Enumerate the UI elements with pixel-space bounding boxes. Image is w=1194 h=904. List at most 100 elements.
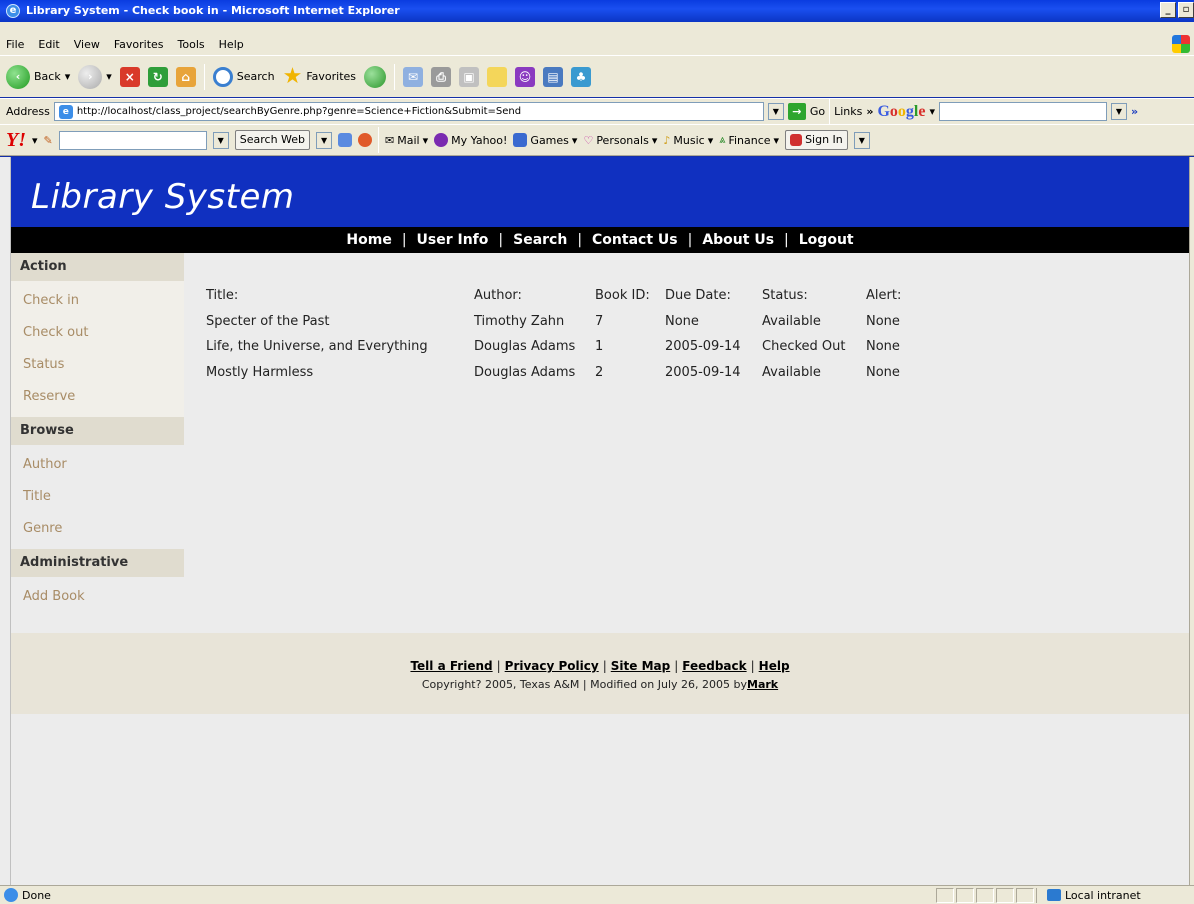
security-zone[interactable]: Local intranet: [1036, 887, 1194, 903]
footer-link-feedback[interactable]: Feedback: [682, 659, 746, 673]
menu-view[interactable]: View: [74, 38, 100, 51]
sidebar-item-title[interactable]: Title: [11, 481, 184, 513]
site-nav: Home | User Info | Search | Contact Us | About U…: [11, 227, 1189, 253]
sidebar-item-status[interactable]: Status: [11, 349, 184, 381]
envelope-icon: ✉: [385, 133, 395, 147]
nav-logout[interactable]: Logout: [799, 232, 854, 248]
chevron-down-icon[interactable]: ▾: [32, 134, 38, 147]
music-icon: ♪: [663, 133, 671, 147]
search-button[interactable]: Search: [212, 66, 275, 87]
yahoo-logo[interactable]: Y!: [6, 129, 26, 152]
history-icon[interactable]: [364, 65, 387, 88]
favorites-button[interactable]: ★ Favorites: [283, 64, 356, 89]
sidebar-action-list: Check in Check out Status Reserve: [11, 281, 184, 417]
zone-label: Local intranet: [1065, 888, 1141, 902]
footer-link-site-map[interactable]: Site Map: [611, 659, 670, 673]
minimize-button[interactable]: _: [1160, 2, 1176, 18]
copyright-text: Copyright? 2005, Texas A&M | Modified on…: [421, 678, 748, 691]
games-icon: [513, 133, 528, 147]
sidebar-heading-administrative: Administrative: [11, 549, 184, 577]
page-viewport: Library System Home | User Info | Search | Con…: [11, 157, 1189, 885]
nav-about-us[interactable]: About Us: [702, 232, 774, 248]
links-label[interactable]: Links: [834, 105, 862, 118]
forward-button[interactable]: › ▾: [78, 64, 112, 89]
google-dropdown-button[interactable]: ▼: [1111, 103, 1127, 120]
personals-icon: ♡: [583, 133, 594, 147]
my-yahoo-icon: [434, 133, 449, 147]
target-icon[interactable]: [358, 133, 373, 147]
standard-toolbar: ‹ Back ▾ › ▾ × ↻ ⌂ Search ★ Favorites ✉ …: [0, 55, 1194, 97]
site-header: Library System: [11, 157, 1189, 227]
chevron-down-icon[interactable]: ▾: [929, 105, 935, 118]
home-icon[interactable]: ⌂: [175, 66, 196, 87]
footer-link-privacy-policy[interactable]: Privacy Policy: [505, 659, 599, 673]
my-yahoo-link[interactable]: My Yahoo!: [434, 133, 507, 147]
cell-author: Douglas Adams: [474, 339, 576, 355]
messenger-icon[interactable]: ☺: [515, 66, 536, 87]
window-left-border: [0, 157, 11, 885]
yahoo-dropdown-button[interactable]: ▼: [212, 131, 229, 149]
search-web-dropdown[interactable]: ▼: [316, 131, 333, 149]
toolbar-separator: [203, 63, 205, 90]
bookmark-icon[interactable]: [338, 133, 353, 147]
vertical-scrollbar[interactable]: [1189, 157, 1194, 885]
address-dropdown-button[interactable]: ▼: [767, 103, 784, 120]
menu-help[interactable]: Help: [219, 38, 244, 51]
nav-search[interactable]: Search: [513, 232, 567, 248]
yahoo-search-input[interactable]: [58, 130, 207, 150]
nav-user-info[interactable]: User Info: [417, 232, 489, 248]
page-icon: [4, 887, 18, 902]
address-input[interactable]: e http://localhost/class_project/searchB…: [53, 102, 764, 121]
maximize-button[interactable]: ▫: [1178, 2, 1194, 18]
sidebar-item-add-book[interactable]: Add Book: [11, 581, 184, 613]
back-arrow-icon: ‹: [6, 64, 30, 89]
google-search-input[interactable]: [939, 102, 1107, 121]
go-arrow-icon[interactable]: →: [787, 103, 806, 120]
sign-in-button[interactable]: Sign In: [785, 130, 848, 150]
google-logo[interactable]: Google: [877, 103, 925, 121]
footer-link-help[interactable]: Help: [759, 659, 790, 673]
personals-label: Personals: [596, 133, 649, 147]
music-link[interactable]: ♪ Music ▾: [663, 134, 713, 147]
nav-contact-us[interactable]: Contact Us: [592, 232, 678, 248]
chevron-down-icon: ▾: [106, 70, 112, 83]
edit-icon[interactable]: ▣: [459, 66, 480, 87]
finance-link[interactable]: ⩓ Finance ▾: [719, 133, 779, 147]
pencil-icon[interactable]: ✎: [44, 134, 53, 147]
cell-title: Mostly Harmless: [206, 364, 314, 380]
author-link[interactable]: Mark: [747, 678, 778, 691]
stop-icon[interactable]: ×: [119, 66, 140, 87]
chevron-right-icon[interactable]: »: [1131, 105, 1138, 118]
research-icon[interactable]: ▤: [543, 66, 564, 87]
users-icon[interactable]: ♣: [571, 66, 592, 87]
cell-title: Life, the Universe, and Everything: [206, 339, 428, 355]
sidebar-item-genre[interactable]: Genre: [11, 513, 184, 545]
chevron-right-icon[interactable]: »: [866, 105, 873, 118]
print-icon[interactable]: ⎙: [431, 66, 452, 87]
menu-tools[interactable]: Tools: [178, 38, 205, 51]
search-web-button[interactable]: Search Web: [234, 130, 311, 150]
notes-icon[interactable]: [487, 66, 508, 87]
menu-favorites[interactable]: Favorites: [114, 38, 164, 51]
sign-in-dropdown[interactable]: ▼: [853, 131, 870, 149]
footer-link-tell-a-friend[interactable]: Tell a Friend: [410, 659, 492, 673]
sidebar-item-author[interactable]: Author: [11, 449, 184, 481]
window-titlebar: e Library System - Check book in - Micro…: [0, 0, 1194, 22]
back-button[interactable]: ‹ Back ▾: [6, 64, 70, 89]
sidebar-item-check-out[interactable]: Check out: [11, 317, 184, 349]
refresh-icon[interactable]: ↻: [147, 66, 168, 87]
menu-file[interactable]: File: [6, 38, 24, 51]
personals-link[interactable]: ♡ Personals ▾: [583, 134, 657, 147]
mail-icon[interactable]: ✉: [403, 66, 424, 87]
nav-home[interactable]: Home: [346, 232, 391, 248]
menu-edit[interactable]: Edit: [38, 38, 59, 51]
go-button[interactable]: Go: [810, 105, 825, 118]
cell-due-date: 2005-09-14: [665, 339, 741, 355]
status-text: Done: [22, 888, 51, 902]
mail-link[interactable]: ✉ Mail ▾: [385, 134, 428, 147]
chrome-spacer: [0, 22, 1194, 33]
sidebar-item-reserve[interactable]: Reserve: [11, 381, 184, 413]
games-link[interactable]: Games ▾: [513, 133, 577, 147]
sidebar-admin-list: Add Book: [11, 577, 184, 617]
sidebar-item-check-in[interactable]: Check in: [11, 285, 184, 317]
